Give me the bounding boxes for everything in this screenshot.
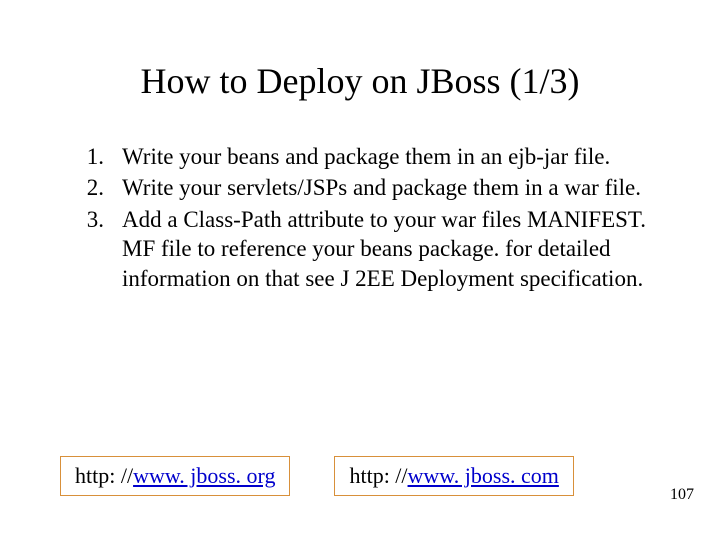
link-row: http: //www. jboss. org http: //www. jbo… [60,456,574,496]
list-text: Write your beans and package them in an … [122,142,660,171]
list-item: 1. Write your beans and package them in … [60,142,660,171]
slide: How to Deploy on JBoss (1/3) 1. Write yo… [0,0,720,540]
link-prefix: http: // [75,463,133,488]
list-item: 2. Write your servlets/JSPs and package … [60,173,660,202]
page-number: 107 [670,486,694,504]
link-org[interactable]: www. jboss. org [133,463,275,488]
link-prefix: http: // [349,463,407,488]
link-com[interactable]: www. jboss. com [408,463,559,488]
list-text: Add a Class-Path attribute to your war f… [122,205,660,293]
slide-title: How to Deploy on JBoss (1/3) [60,60,660,102]
list-number: 1. [60,142,122,171]
link-box-org: http: //www. jboss. org [60,456,290,496]
list-number: 2. [60,173,122,202]
numbered-list: 1. Write your beans and package them in … [60,142,660,293]
list-number: 3. [60,205,122,293]
list-text: Write your servlets/JSPs and package the… [122,173,660,202]
list-item: 3. Add a Class-Path attribute to your wa… [60,205,660,293]
link-box-com: http: //www. jboss. com [334,456,573,496]
